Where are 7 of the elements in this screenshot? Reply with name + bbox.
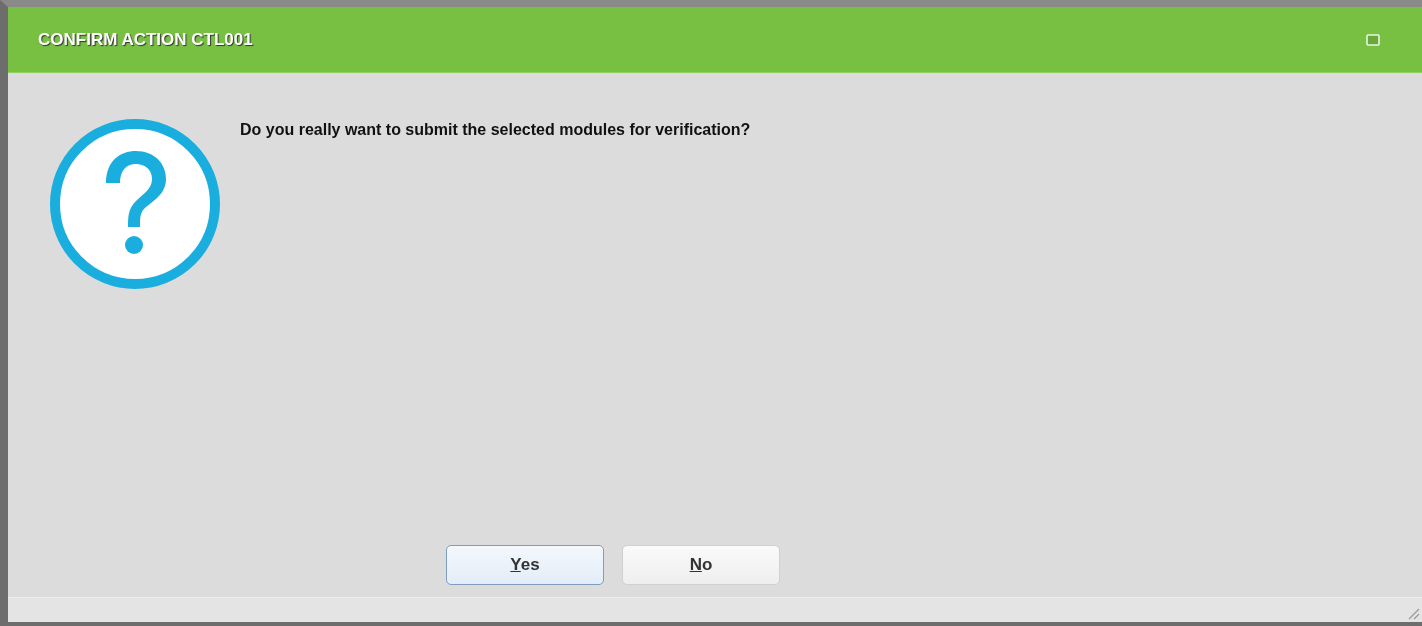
dialog-button[interactable]: No [622, 545, 780, 585]
message-text: Do you really want to submit the selected modules for verification? [240, 121, 751, 139]
question-icon [48, 117, 222, 291]
dialog-button[interactable]: Yes [446, 545, 604, 585]
maximize-icon[interactable] [1366, 33, 1380, 46]
window-title: CONFIRM ACTION CTL001 [38, 29, 253, 50]
resize-grip-icon[interactable] [1406, 606, 1420, 620]
